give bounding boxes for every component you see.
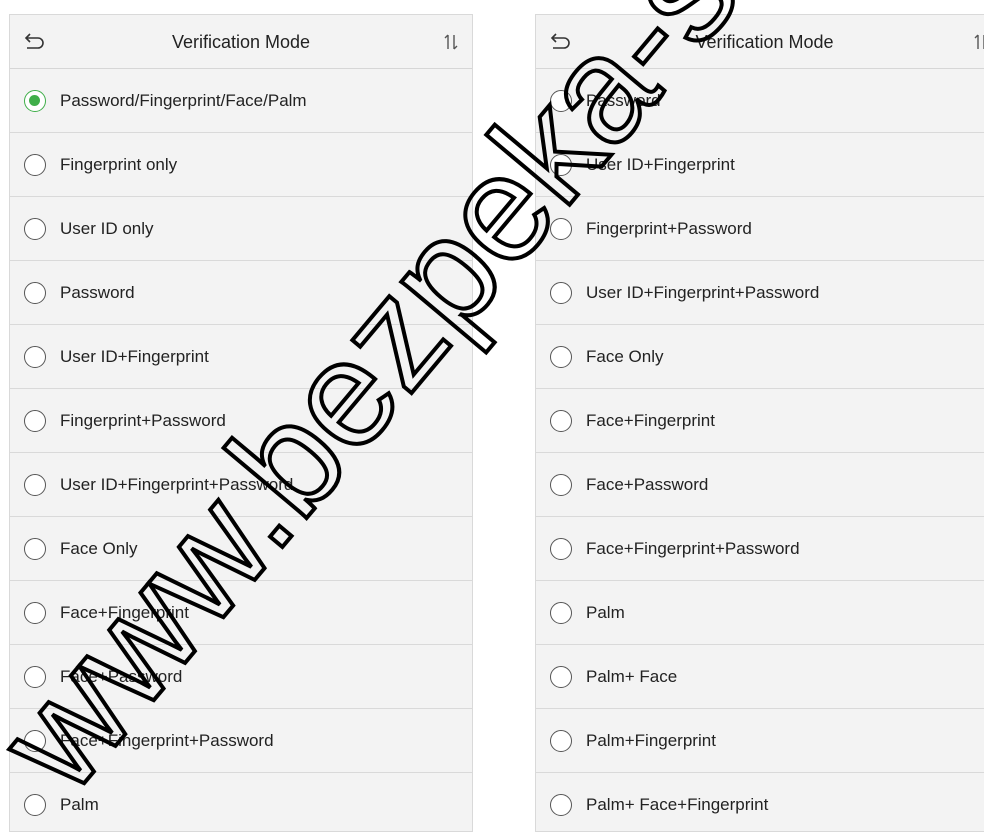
radio-button-icon[interactable] (550, 90, 572, 112)
option-row[interactable]: Palm+ Face (536, 645, 984, 709)
radio-button-icon[interactable] (550, 666, 572, 688)
option-label: Palm+Fingerprint (586, 731, 716, 750)
radio-button-icon[interactable] (550, 794, 572, 816)
option-label: Face+Password (586, 475, 709, 494)
option-row[interactable]: User ID+Fingerprint (10, 325, 472, 389)
option-label: Palm (60, 795, 99, 814)
option-label: Password/Fingerprint/Face/Palm (60, 91, 307, 110)
option-label: User ID only (60, 219, 154, 238)
option-label: Face+Fingerprint (586, 411, 715, 430)
verification-mode-screen-left: Verification Mode Password/Fingerprint/F… (9, 14, 473, 832)
option-label: User ID+Fingerprint+Password (60, 475, 294, 494)
radio-button-icon[interactable] (24, 794, 46, 816)
option-row[interactable]: Fingerprint+Password (10, 389, 472, 453)
option-row[interactable]: Password (10, 261, 472, 325)
option-row[interactable]: Face+Fingerprint (10, 581, 472, 645)
radio-button-icon[interactable] (24, 346, 46, 368)
radio-button-icon[interactable] (24, 730, 46, 752)
option-label: Password (60, 283, 135, 302)
sort-arrows-icon (444, 34, 458, 50)
option-row[interactable]: Palm+ Face+Fingerprint (536, 773, 984, 831)
radio-button-icon[interactable] (550, 730, 572, 752)
option-label: Palm+ Face+Fingerprint (586, 795, 769, 814)
option-label: Password (586, 91, 661, 110)
radio-button-icon[interactable] (24, 666, 46, 688)
option-row[interactable]: User ID+Fingerprint (536, 133, 984, 197)
option-label: User ID+Fingerprint (586, 155, 735, 174)
option-row[interactable]: Face+Password (10, 645, 472, 709)
option-label: User ID+Fingerprint (60, 347, 209, 366)
radio-button-icon[interactable] (24, 538, 46, 560)
radio-button-icon[interactable] (550, 538, 572, 560)
header: Verification Mode (536, 15, 984, 69)
option-row[interactable]: Palm (536, 581, 984, 645)
sort-arrows-icon (974, 34, 984, 49)
radio-button-icon[interactable] (550, 602, 572, 624)
option-row[interactable]: Face Only (10, 517, 472, 581)
option-label: Palm+ Face (586, 667, 678, 686)
option-label: User ID+Fingerprint+Password (586, 283, 820, 302)
header: Verification Mode (10, 15, 472, 69)
page-title: Verification Mode (695, 32, 834, 52)
verification-mode-list: Password User ID+Fingerprint Fingerprint+P… (536, 69, 984, 831)
option-row[interactable]: Face+Password (536, 453, 984, 517)
radio-button-icon[interactable] (24, 90, 46, 112)
option-row[interactable]: User ID+Fingerprint+Password (536, 261, 984, 325)
radio-button-icon[interactable] (550, 282, 572, 304)
option-label: Fingerprint+Password (586, 219, 752, 238)
option-label: Face+Fingerprint+Password (586, 539, 800, 558)
page-title: Verification Mode (171, 32, 311, 52)
option-label: Face+Password (60, 667, 183, 686)
radio-button-icon[interactable] (24, 474, 46, 496)
sort-button[interactable] (970, 29, 984, 55)
option-row[interactable]: Palm+Fingerprint (536, 709, 984, 773)
option-label: Face Only (60, 539, 138, 558)
option-label: Fingerprint only (60, 155, 178, 174)
option-row[interactable]: Face Only (536, 325, 984, 389)
option-row[interactable]: Fingerprint only (10, 133, 472, 197)
radio-button-icon[interactable] (550, 218, 572, 240)
option-row[interactable]: Face+Fingerprint+Password (10, 709, 472, 773)
radio-button-icon[interactable] (24, 410, 46, 432)
option-label: Face+Fingerprint (60, 603, 189, 622)
radio-button-icon[interactable] (550, 346, 572, 368)
verification-mode-list: Password/Fingerprint/Face/Palm Fingerprin… (10, 69, 472, 831)
option-label: Face Only (586, 347, 664, 366)
verification-mode-screen-right: Verification Mode Password User ID+Finger… (535, 14, 984, 832)
radio-button-icon[interactable] (24, 282, 46, 304)
option-row[interactable]: Palm (10, 773, 472, 831)
option-label: Face+Fingerprint+Password (60, 731, 274, 750)
radio-button-icon[interactable] (24, 602, 46, 624)
sort-button[interactable] (440, 29, 462, 55)
option-row[interactable]: Password/Fingerprint/Face/Palm (10, 69, 472, 133)
option-row[interactable]: User ID+Fingerprint+Password (10, 453, 472, 517)
option-row[interactable]: User ID only (10, 197, 472, 261)
option-label: Fingerprint+Password (60, 411, 226, 430)
option-row[interactable]: Fingerprint+Password (536, 197, 984, 261)
radio-button-icon[interactable] (24, 218, 46, 240)
option-row[interactable]: Face+Fingerprint (536, 389, 984, 453)
radio-button-icon[interactable] (550, 410, 572, 432)
option-row[interactable]: Face+Fingerprint+Password (536, 517, 984, 581)
radio-button-icon[interactable] (24, 154, 46, 176)
radio-button-icon[interactable] (550, 474, 572, 496)
option-label: Palm (586, 603, 625, 622)
option-row[interactable]: Password (536, 69, 984, 133)
radio-button-icon[interactable] (550, 154, 572, 176)
